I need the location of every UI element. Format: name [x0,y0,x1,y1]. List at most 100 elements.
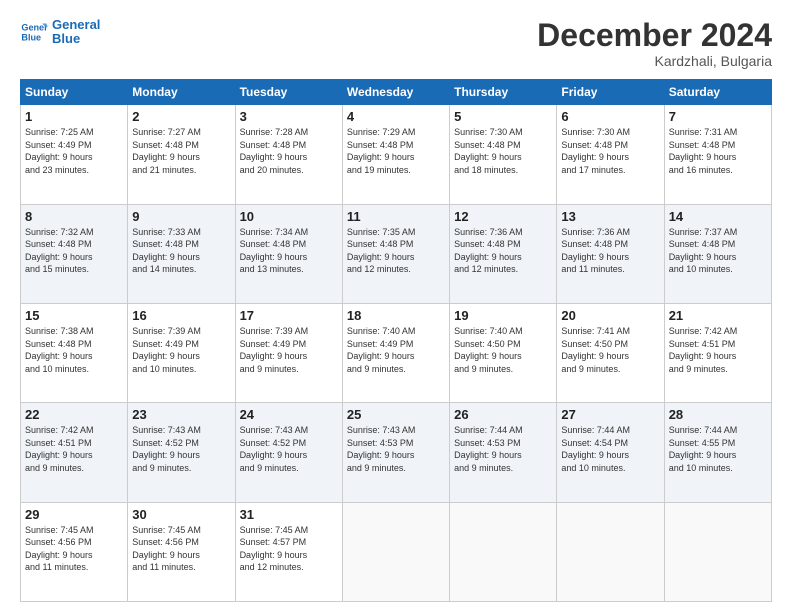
day-number: 8 [25,209,123,224]
calendar-body: 1Sunrise: 7:25 AMSunset: 4:49 PMDaylight… [21,105,772,602]
day-number: 13 [561,209,659,224]
calendar-day-cell: 22 Sunrise: 7:42 AMSunset: 4:51 PMDayligh… [21,403,128,502]
day-info: Sunrise: 7:32 AMSunset: 4:48 PMDaylight:… [25,226,123,276]
day-info: Sunrise: 7:34 AMSunset: 4:48 PMDaylight:… [240,226,338,276]
calendar-week-row: 8 Sunrise: 7:32 AMSunset: 4:48 PMDaylight… [21,204,772,303]
logo: General Blue General Blue [20,18,100,47]
calendar-day-cell: 20 Sunrise: 7:41 AMSunset: 4:50 PMDayligh… [557,303,664,402]
day-number: 30 [132,507,230,522]
calendar-day-cell: 30 Sunrise: 7:45 AMSunset: 4:56 PMDayligh… [128,502,235,601]
calendar-day-cell: 19 Sunrise: 7:40 AMSunset: 4:50 PMDayligh… [450,303,557,402]
day-info: Sunrise: 7:44 AMSunset: 4:53 PMDaylight:… [454,424,552,474]
calendar-table: SundayMondayTuesdayWednesdayThursdayFrid… [20,79,772,602]
day-number: 18 [347,308,445,323]
dow-cell: Wednesday [342,80,449,105]
dow-cell: Saturday [664,80,771,105]
calendar-day-cell: 28 Sunrise: 7:44 AMSunset: 4:55 PMDayligh… [664,403,771,502]
day-number: 17 [240,308,338,323]
calendar-day-cell: 14Sunrise: 7:37 AMSunset: 4:48 PMDayligh… [664,204,771,303]
calendar-day-cell: 25 Sunrise: 7:43 AMSunset: 4:53 PMDayligh… [342,403,449,502]
calendar-day-cell: 24 Sunrise: 7:43 AMSunset: 4:52 PMDayligh… [235,403,342,502]
day-info: Sunrise: 7:28 AMSunset: 4:48 PMDaylight:… [240,126,338,176]
calendar-day-cell: 1Sunrise: 7:25 AMSunset: 4:49 PMDaylight… [21,105,128,204]
calendar-day-cell: 23Sunrise: 7:43 AMSunset: 4:52 PMDayligh… [128,403,235,502]
dow-cell: Tuesday [235,80,342,105]
calendar-day-cell: 29Sunrise: 7:45 AMSunset: 4:56 PMDayligh… [21,502,128,601]
title-block: December 2024 Kardzhali, Bulgaria [537,18,772,69]
calendar-day-cell: 31 Sunrise: 7:45 AMSunset: 4:57 PMDayligh… [235,502,342,601]
day-info: Sunrise: 7:44 AMSunset: 4:54 PMDaylight:… [561,424,659,474]
day-number: 24 [240,407,338,422]
calendar-day-cell: 10 Sunrise: 7:34 AMSunset: 4:48 PMDayligh… [235,204,342,303]
day-info: Sunrise: 7:42 AMSunset: 4:51 PMDaylight:… [25,424,123,474]
day-info: Sunrise: 7:30 AMSunset: 4:48 PMDaylight:… [561,126,659,176]
day-info: Sunrise: 7:36 AMSunset: 4:48 PMDaylight:… [561,226,659,276]
day-info: Sunrise: 7:33 AMSunset: 4:48 PMDaylight:… [132,226,230,276]
day-number: 31 [240,507,338,522]
day-info: Sunrise: 7:45 AMSunset: 4:57 PMDaylight:… [240,524,338,574]
day-info: Sunrise: 7:43 AMSunset: 4:53 PMDaylight:… [347,424,445,474]
calendar-day-cell [450,502,557,601]
day-info: Sunrise: 7:39 AMSunset: 4:49 PMDaylight:… [240,325,338,375]
day-info: Sunrise: 7:36 AMSunset: 4:48 PMDaylight:… [454,226,552,276]
dow-cell: Sunday [21,80,128,105]
day-number: 26 [454,407,552,422]
day-info: Sunrise: 7:45 AMSunset: 4:56 PMDaylight:… [25,524,123,574]
calendar-day-cell: 18Sunrise: 7:40 AMSunset: 4:49 PMDayligh… [342,303,449,402]
day-info: Sunrise: 7:30 AMSunset: 4:48 PMDaylight:… [454,126,552,176]
day-of-week-header: SundayMondayTuesdayWednesdayThursdayFrid… [21,80,772,105]
calendar-day-cell: 6 Sunrise: 7:30 AMSunset: 4:48 PMDaylight… [557,105,664,204]
calendar-day-cell: 27 Sunrise: 7:44 AMSunset: 4:54 PMDayligh… [557,403,664,502]
day-info: Sunrise: 7:42 AMSunset: 4:51 PMDaylight:… [669,325,767,375]
calendar-week-row: 15 Sunrise: 7:38 AMSunset: 4:48 PMDayligh… [21,303,772,402]
day-number: 5 [454,109,552,124]
day-number: 12 [454,209,552,224]
logo-text-general: General [52,18,100,32]
calendar-day-cell: 13 Sunrise: 7:36 AMSunset: 4:48 PMDayligh… [557,204,664,303]
day-info: Sunrise: 7:41 AMSunset: 4:50 PMDaylight:… [561,325,659,375]
day-number: 21 [669,308,767,323]
calendar-day-cell: 4Sunrise: 7:29 AMSunset: 4:48 PMDaylight… [342,105,449,204]
day-number: 19 [454,308,552,323]
calendar-week-row: 1Sunrise: 7:25 AMSunset: 4:49 PMDaylight… [21,105,772,204]
calendar-day-cell: 17 Sunrise: 7:39 AMSunset: 4:49 PMDayligh… [235,303,342,402]
day-number: 6 [561,109,659,124]
day-info: Sunrise: 7:38 AMSunset: 4:48 PMDaylight:… [25,325,123,375]
day-number: 15 [25,308,123,323]
day-info: Sunrise: 7:31 AMSunset: 4:48 PMDaylight:… [669,126,767,176]
day-number: 7 [669,109,767,124]
dow-cell: Monday [128,80,235,105]
logo-icon: General Blue [20,18,48,46]
calendar-day-cell [342,502,449,601]
day-number: 14 [669,209,767,224]
calendar-day-cell: 8 Sunrise: 7:32 AMSunset: 4:48 PMDaylight… [21,204,128,303]
day-number: 25 [347,407,445,422]
day-info: Sunrise: 7:44 AMSunset: 4:55 PMDaylight:… [669,424,767,474]
day-info: Sunrise: 7:40 AMSunset: 4:50 PMDaylight:… [454,325,552,375]
day-info: Sunrise: 7:43 AMSunset: 4:52 PMDaylight:… [240,424,338,474]
logo-text-blue: Blue [52,32,100,46]
calendar-day-cell: 21 Sunrise: 7:42 AMSunset: 4:51 PMDayligh… [664,303,771,402]
day-number: 27 [561,407,659,422]
day-number: 9 [132,209,230,224]
day-number: 20 [561,308,659,323]
calendar-week-row: 29Sunrise: 7:45 AMSunset: 4:56 PMDayligh… [21,502,772,601]
day-number: 22 [25,407,123,422]
day-number: 11 [347,209,445,224]
calendar-day-cell [664,502,771,601]
location-subtitle: Kardzhali, Bulgaria [537,53,772,69]
day-info: Sunrise: 7:45 AMSunset: 4:56 PMDaylight:… [132,524,230,574]
day-info: Sunrise: 7:25 AMSunset: 4:49 PMDaylight:… [25,126,123,176]
day-number: 28 [669,407,767,422]
month-title: December 2024 [537,18,772,53]
day-number: 10 [240,209,338,224]
calendar-week-row: 22 Sunrise: 7:42 AMSunset: 4:51 PMDayligh… [21,403,772,502]
page: General Blue General Blue December 2024 … [0,0,792,612]
day-number: 3 [240,109,338,124]
calendar-day-cell: 15 Sunrise: 7:38 AMSunset: 4:48 PMDayligh… [21,303,128,402]
calendar-day-cell: 12 Sunrise: 7:36 AMSunset: 4:48 PMDayligh… [450,204,557,303]
day-info: Sunrise: 7:39 AMSunset: 4:49 PMDaylight:… [132,325,230,375]
calendar-day-cell: 7 Sunrise: 7:31 AMSunset: 4:48 PMDaylight… [664,105,771,204]
dow-cell: Thursday [450,80,557,105]
day-info: Sunrise: 7:29 AMSunset: 4:48 PMDaylight:… [347,126,445,176]
